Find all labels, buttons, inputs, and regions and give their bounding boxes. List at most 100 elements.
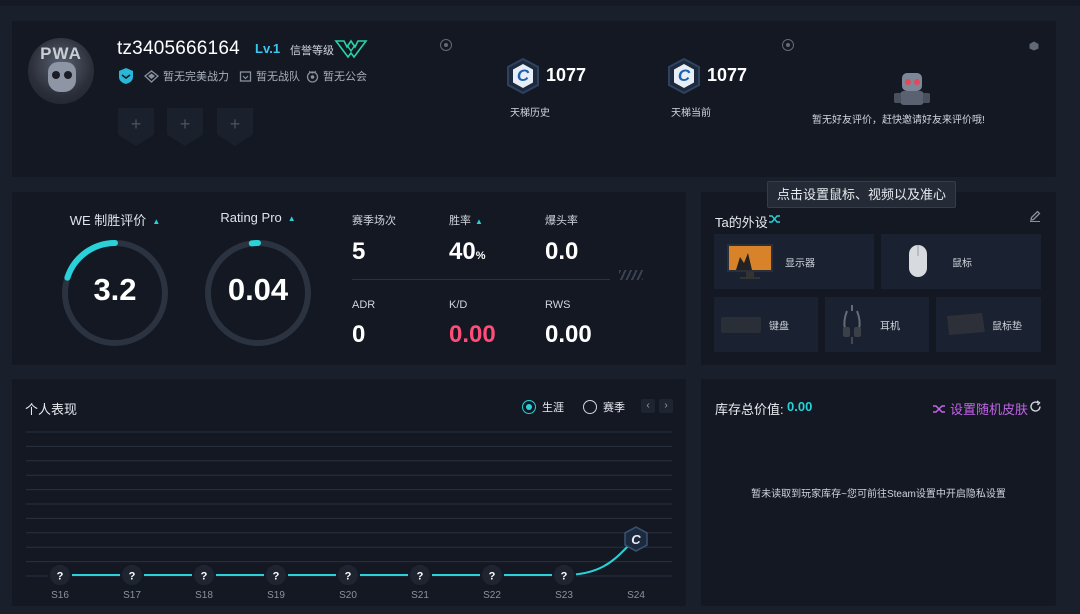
gear-tooltip: 点击设置鼠标、视频以及准心 [767, 181, 957, 208]
prev-page-button[interactable]: ‹ [641, 399, 655, 413]
chart-point-label: ? [489, 571, 496, 583]
winrate-unit: % [475, 250, 486, 262]
winrate-label-row: 胜率 ▲ [449, 212, 485, 228]
top-bar [0, 0, 1080, 6]
rws-label: RWS [545, 299, 571, 311]
ladder-current[interactable]: C 1077 天梯当前 [665, 57, 795, 119]
rws-value: 0.00 [545, 321, 592, 348]
power-icon [144, 69, 159, 83]
monitor-icon [727, 244, 773, 279]
radio-season[interactable]: 赛季 [583, 399, 625, 415]
inventory-empty-message: 暂未读取到玩家库存~您可前往Steam设置中开启隐私设置 [751, 489, 1006, 500]
chart-x-tick-label: S19 [267, 590, 285, 601]
ladder-history-score: 1077 [546, 65, 587, 85]
stat-adr: ADR 0 [352, 299, 375, 349]
ladder-history-settings-icon[interactable] [440, 39, 452, 51]
robot-mascot-icon [894, 73, 930, 105]
stat-headshot: 爆头率 0.0 [545, 212, 578, 266]
stat-rws: RWS 0.00 [545, 299, 592, 349]
chart-point-label: C [631, 532, 641, 547]
ladder-current-score: 1077 [707, 65, 748, 85]
hs-label: 爆头率 [545, 215, 578, 227]
gear-headset-label: 耳机 [880, 321, 900, 332]
chart-x-tick-label: S17 [123, 590, 141, 601]
team-icon [239, 70, 252, 82]
stat-kd: K/D 0.00 [449, 299, 496, 349]
headset-icon [843, 305, 861, 344]
tag-team: 暂无战队 [239, 68, 300, 84]
winrate-label: 胜率 [449, 215, 471, 227]
radio-unchecked-icon [583, 400, 597, 414]
gear-mousepad-label: 鼠标垫 [992, 321, 1022, 332]
gear-monitor[interactable]: 显示器 [714, 234, 874, 289]
edit-icon[interactable] [1029, 210, 1041, 222]
stat-winrate: 胜率 ▲ 40% [449, 212, 485, 266]
tag-guild-text: 暂无公会 [323, 71, 367, 83]
stats-divider [352, 279, 610, 280]
winrate-value: 40 [449, 238, 476, 265]
random-skin-button[interactable]: 设置随机皮肤 [933, 399, 1028, 418]
kd-value: 0.00 [449, 321, 496, 348]
ladder-current-settings-icon[interactable] [782, 39, 794, 51]
rank-letter: C [677, 66, 691, 85]
sort-up-icon: ▲ [475, 217, 483, 226]
adr-label: ADR [352, 299, 376, 311]
friend-eval-text: 暂无好友评价，赶快邀请好友来评价哦! [812, 115, 985, 126]
chart-point-label: ? [57, 571, 64, 583]
chart-point-label: ? [273, 571, 280, 583]
mousepad-icon [947, 313, 985, 335]
matches-value: 5 [352, 238, 366, 265]
winrate-value-row: 40% [449, 238, 485, 266]
guild-icon [306, 70, 319, 83]
rating-pro-title: Rating Pro ▲ [188, 210, 328, 225]
inventory-title: 库存总价值: [715, 402, 784, 417]
credit-label: 信誉等级 [290, 45, 334, 57]
chart-x-tick-label: S18 [195, 590, 213, 601]
chart-x-tick-label: S21 [411, 590, 429, 601]
gear-keyboard[interactable]: 键盘 [714, 297, 818, 352]
rating-pro-value: 0.04 [227, 272, 289, 307]
gear-keyboard-label: 键盘 [769, 321, 789, 332]
gear-mousepad[interactable]: 鼠标垫 [936, 297, 1041, 352]
radio-season-label: 赛季 [603, 402, 625, 414]
cube-icon[interactable] [1029, 41, 1039, 51]
credit-level-icon[interactable] [334, 37, 368, 59]
chart-x-tick-label: S23 [555, 590, 573, 601]
badge-slot-3[interactable]: + [217, 108, 253, 146]
shuffle-icon[interactable] [769, 214, 781, 224]
radio-career[interactable]: 生涯 [522, 399, 564, 415]
gear-title: Ta的外设 [715, 215, 768, 230]
we-rating-value: 3.2 [93, 272, 137, 307]
sort-up-icon: ▲ [152, 217, 161, 227]
gear-headset[interactable]: 耳机 [825, 297, 929, 352]
hatch-decoration [619, 270, 643, 280]
ladder-history[interactable]: C 1077 天梯历史 [504, 57, 634, 119]
tag-guild: 暂无公会 [306, 68, 367, 84]
chart-point-label: ? [417, 571, 424, 583]
chart-point-label: ? [129, 571, 136, 583]
rank-letter: C [516, 66, 530, 85]
next-page-button[interactable]: › [659, 399, 673, 413]
radio-career-label: 生涯 [542, 402, 564, 414]
tag-team-text: 暂无战队 [256, 71, 300, 83]
adr-value: 0 [352, 321, 366, 348]
kd-label: K/D [449, 299, 468, 311]
refresh-icon[interactable] [1029, 400, 1042, 413]
badge-slot-2[interactable]: + [167, 108, 203, 146]
badge-slot-1[interactable]: + [118, 108, 154, 146]
chart-point-label: ? [345, 571, 352, 583]
matches-label: 赛季场次 [352, 215, 396, 227]
shuffle-icon [933, 404, 945, 413]
chart-x-tick-label: S24 [627, 590, 645, 601]
we-rating-label: WE 制胜评价 [69, 213, 147, 228]
avatar[interactable]: PWA [28, 38, 94, 104]
chart-x-tick-label: S20 [339, 590, 357, 601]
inventory-panel: 库存总价值: 0.00 设置随机皮肤 暂未读取到玩家库存~您可前往Steam设置… [701, 379, 1056, 606]
rating-pro-label: Rating Pro [220, 210, 282, 225]
keyboard-icon [721, 317, 761, 333]
gear-mouse-label: 鼠标 [952, 258, 972, 269]
performance-panel: ? S16? S17? S18? S19? S20? S21? S22? S23 C S24 个人表… [12, 379, 686, 606]
gear-mouse[interactable]: 鼠标 [881, 234, 1041, 289]
ladder-history-label: 天梯历史 [510, 108, 550, 119]
chart-x-tick-label: S16 [51, 590, 69, 601]
